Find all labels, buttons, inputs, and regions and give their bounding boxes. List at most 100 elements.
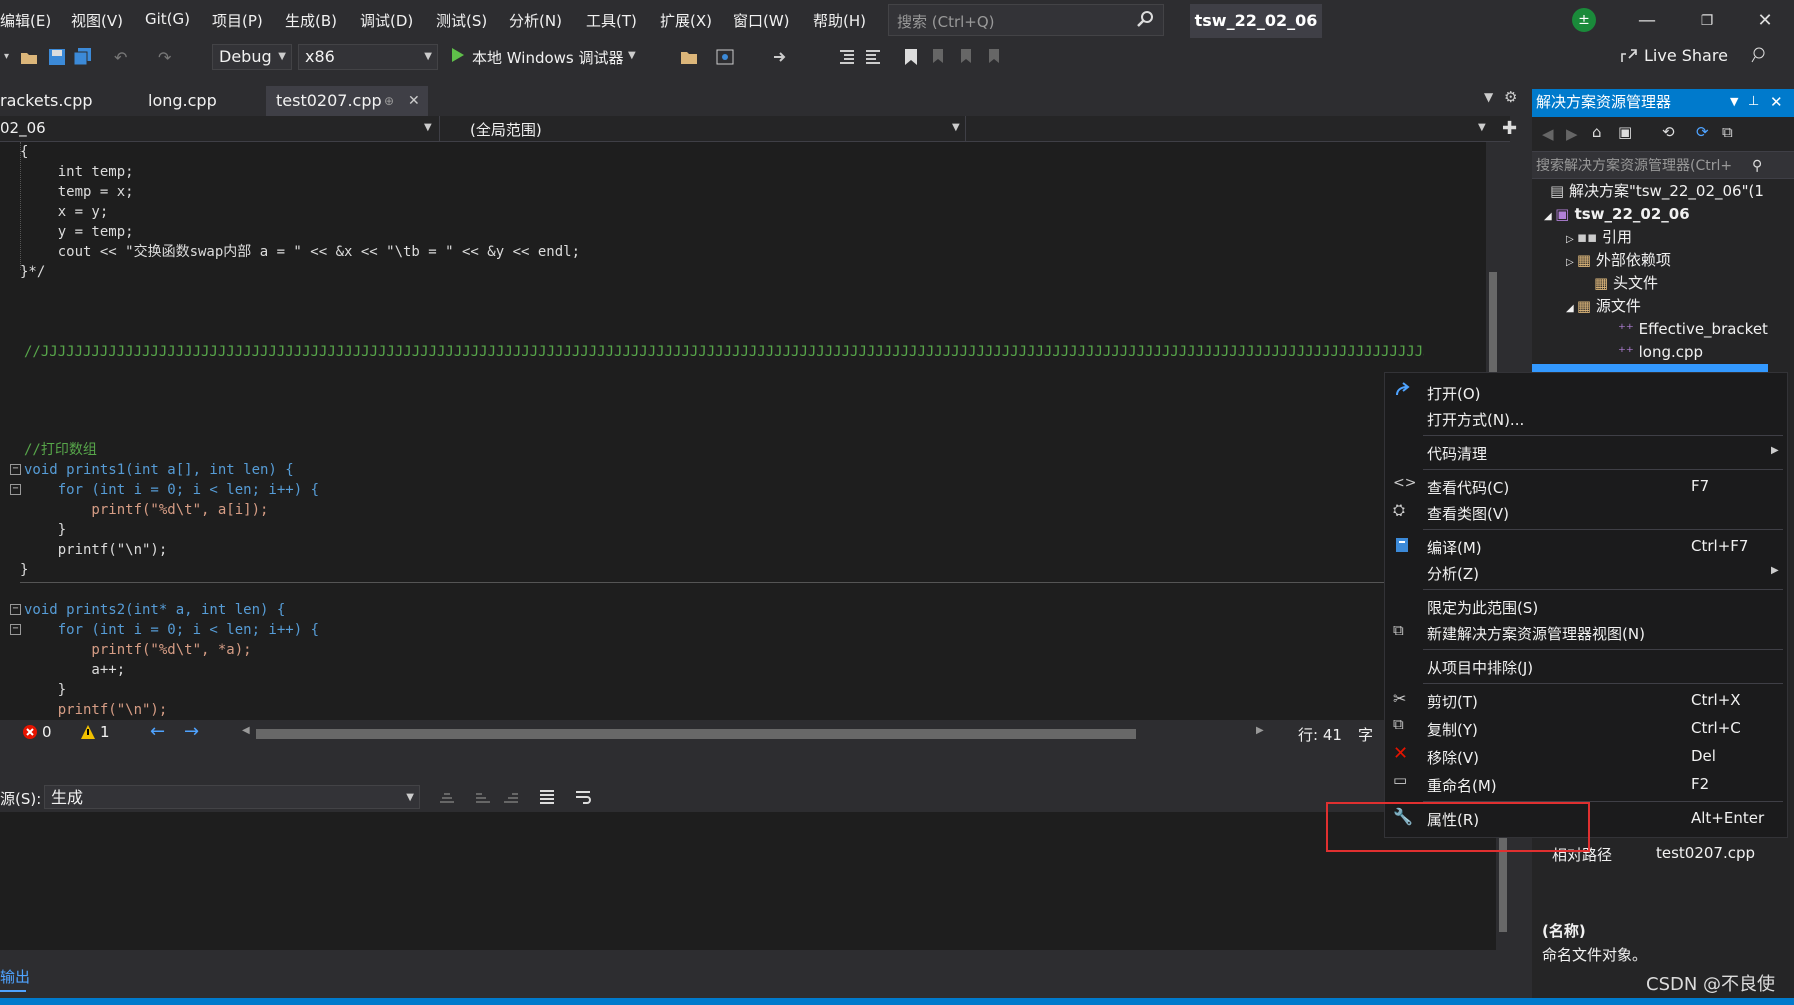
close-tab-icon[interactable]: ✕ — [408, 86, 420, 116]
debugger-dropdown-icon[interactable]: ▼ — [628, 50, 636, 61]
find-message-icon[interactable] — [438, 788, 456, 806]
menu-help[interactable]: 帮助(H) — [813, 10, 866, 31]
tab-brackets[interactable]: rackets.cpp — [0, 86, 93, 116]
menu-git[interactable]: Git(G) — [145, 10, 190, 28]
menu-remove[interactable]: 移除(V) — [1427, 747, 1479, 768]
scroll-left-icon[interactable]: ◀ — [242, 725, 250, 736]
tab-test0207[interactable]: test0207.cpp ⊕ ✕ — [266, 86, 428, 116]
menu-debug[interactable]: 调试(D) — [360, 10, 413, 31]
expand-icon[interactable]: ◢ — [1544, 211, 1555, 222]
save-all-icon[interactable] — [74, 48, 92, 66]
menu-code-cleanup[interactable]: 代码清理 — [1427, 443, 1487, 464]
menu-tools[interactable]: 工具(T) — [586, 10, 637, 31]
bookmark-clear-icon[interactable] — [986, 48, 1004, 66]
member-dropdown[interactable]: ▼ — [972, 116, 1494, 142]
word-wrap-icon[interactable] — [574, 788, 592, 806]
menu-window[interactable]: 窗口(W) — [733, 10, 790, 31]
warning-icon[interactable] — [80, 724, 96, 740]
bookmark-prev-icon[interactable] — [930, 48, 948, 66]
feedback-icon[interactable] — [1750, 46, 1768, 64]
menu-view-class-diagram[interactable]: 查看类图(V) — [1427, 503, 1509, 524]
outdent-icon[interactable] — [864, 48, 882, 66]
config-select[interactable]: Debug ▼ — [212, 44, 292, 70]
collapse-icon[interactable]: − — [10, 464, 21, 475]
save-icon[interactable] — [48, 48, 66, 66]
dropdown-icon[interactable]: ▼ — [1730, 89, 1738, 115]
menu-build[interactable]: 生成(B) — [285, 10, 337, 31]
output-text-area[interactable] — [0, 812, 1496, 950]
menu-scope-to-this[interactable]: 限定为此范围(S) — [1427, 597, 1538, 618]
back-icon[interactable]: ◀ — [1542, 125, 1554, 143]
open-folder-icon[interactable] — [20, 48, 38, 66]
pin-icon[interactable]: ⊕ — [384, 86, 394, 116]
error-icon[interactable] — [22, 724, 38, 740]
menu-project[interactable]: 项目(P) — [212, 10, 263, 31]
forward-icon[interactable]: ▶ — [1566, 125, 1578, 143]
tab-overflow-icon[interactable]: ▼ — [1484, 90, 1493, 104]
close-window-button[interactable]: ✕ — [1750, 8, 1780, 34]
prev-message-icon[interactable] — [474, 788, 492, 806]
bookmark-icon[interactable] — [902, 48, 920, 66]
scope-dropdown[interactable]: (全局范围) ▼ — [446, 116, 966, 142]
menu-exclude-from-project[interactable]: 从项目中排除(J) — [1427, 657, 1533, 678]
menu-edit[interactable]: 编辑(E) — [0, 10, 51, 31]
horizontal-scrollbar[interactable] — [256, 729, 1136, 739]
search-input[interactable]: 搜索 (Ctrl+Q) — [888, 4, 1164, 36]
browse-icon[interactable] — [680, 48, 698, 66]
collapse-icon[interactable]: − — [10, 604, 21, 615]
tab-long[interactable]: long.cpp — [148, 86, 217, 116]
restore-button[interactable]: ❐ — [1692, 8, 1722, 34]
minimize-button[interactable]: — — [1632, 8, 1662, 34]
next-message-icon[interactable] — [502, 788, 520, 806]
solution-search-input[interactable]: 搜索解决方案资源管理器(Ctrl+ ⚲ — [1532, 151, 1794, 179]
tree-selected-item[interactable] — [1532, 364, 1768, 372]
start-debug-button[interactable]: 本地 Windows 调试器 — [472, 47, 624, 68]
code-editor[interactable]: { int temp; temp = x; x = y; y = temp; c… — [0, 142, 1500, 720]
screenshot-icon[interactable] — [716, 48, 734, 66]
tree-project[interactable]: ◢ ▣ tsw_22_02_06 — [1544, 203, 1690, 225]
tree-header-files[interactable]: ▦ 头文件 — [1594, 272, 1658, 294]
menu-analyze[interactable]: 分析(N) — [509, 10, 562, 31]
switch-view-icon[interactable]: ▣ — [1618, 123, 1632, 141]
tree-references[interactable]: ▷ ▪▪ 引用 — [1566, 226, 1632, 248]
tree-file-brackets[interactable]: ⁺⁺ Effective_bracket — [1618, 318, 1768, 340]
play-icon[interactable] — [450, 46, 468, 64]
menu-open-with[interactable]: 打开方式(N)... — [1427, 409, 1524, 430]
avatar[interactable]: ± — [1572, 8, 1596, 32]
undo-icon[interactable]: ↶ — [114, 48, 132, 67]
menu-compile[interactable]: 编译(M) — [1427, 537, 1482, 558]
live-share-button[interactable]: Live Share — [1644, 46, 1728, 65]
tree-external-deps[interactable]: ▷ ▦ 外部依赖项 — [1566, 249, 1671, 271]
back-arrow-icon[interactable]: ← — [150, 721, 165, 742]
indent-icon[interactable] — [838, 48, 856, 66]
close-icon[interactable]: ✕ — [1770, 89, 1783, 115]
scroll-right-icon[interactable]: ▶ — [1256, 725, 1264, 736]
expand-icon[interactable]: ◢ — [1566, 303, 1577, 314]
project-dropdown[interactable]: 02_06 ▼ — [0, 116, 440, 142]
live-share-icon[interactable] — [1620, 46, 1638, 64]
platform-select[interactable]: x86 ▼ — [298, 44, 438, 70]
tree-file-long[interactable]: ⁺⁺ long.cpp — [1618, 341, 1703, 363]
redo-icon[interactable]: ↷ — [158, 48, 176, 67]
step-icon[interactable] — [772, 48, 790, 66]
menu-new-explorer-view[interactable]: 新建解决方案资源管理器视图(N) — [1427, 623, 1645, 644]
gear-icon[interactable]: ⚙ — [1504, 88, 1517, 106]
menu-test[interactable]: 测试(S) — [436, 10, 487, 31]
output-tab[interactable]: 输出 — [0, 966, 40, 992]
bookmark-next-icon[interactable] — [958, 48, 976, 66]
sync-icon[interactable]: ⟳ — [1696, 123, 1709, 141]
tree-solution[interactable]: ▤ 解决方案"tsw_22_02_06"(1 — [1550, 180, 1764, 202]
collapse-icon[interactable]: − — [10, 484, 21, 495]
menu-view[interactable]: 视图(V) — [71, 10, 123, 31]
clear-all-icon[interactable] — [538, 788, 556, 806]
menu-rename[interactable]: 重命名(M) — [1427, 775, 1497, 796]
menu-open[interactable]: 打开(O) — [1427, 383, 1481, 404]
home-icon[interactable]: ⌂ — [1592, 123, 1602, 141]
expand-icon[interactable]: ▷ — [1566, 257, 1577, 268]
tree-source-files[interactable]: ◢ ▦ 源文件 — [1566, 295, 1641, 317]
menu-analyze[interactable]: 分析(Z) — [1427, 563, 1479, 584]
menu-extensions[interactable]: 扩展(X) — [660, 10, 712, 31]
output-source-select[interactable]: 生成 ▼ — [44, 785, 420, 809]
history-icon[interactable]: ⟲ — [1662, 123, 1675, 141]
menu-copy[interactable]: 复制(Y) — [1427, 719, 1478, 740]
